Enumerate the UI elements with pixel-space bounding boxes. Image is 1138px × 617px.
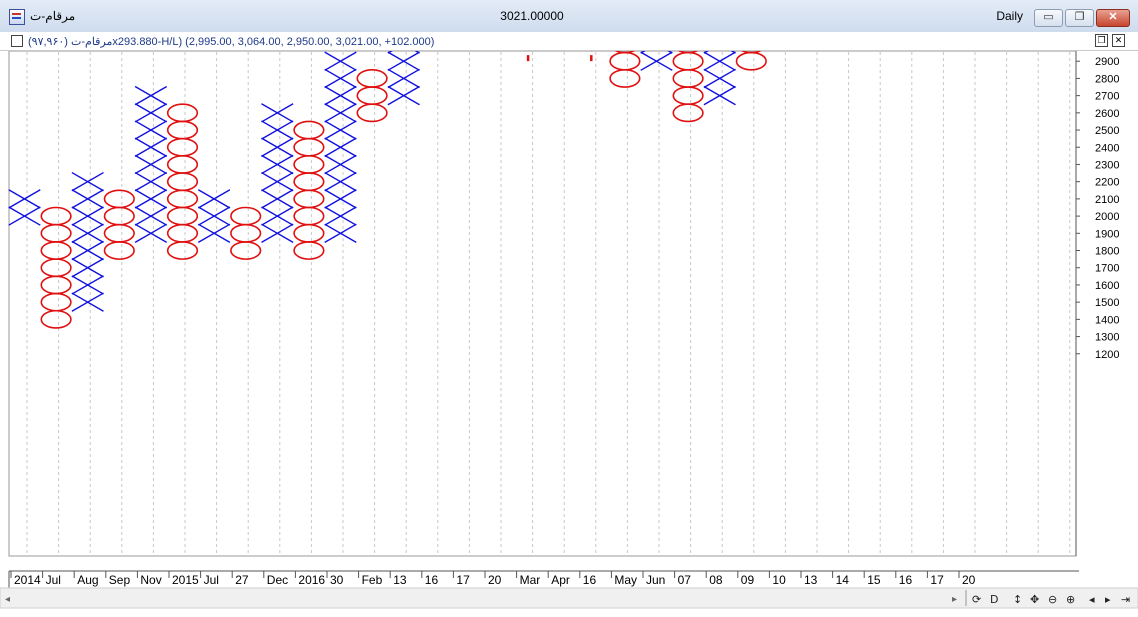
zoom-out-icon[interactable]: ⊖ — [1048, 593, 1057, 606]
price-tick-label: 2900 — [1095, 56, 1119, 68]
window-titlebar: مرقام-ت 3021.00000 Daily ▭ ❐ ✕ — [0, 0, 1138, 33]
date-tick-label: 16 — [583, 573, 597, 587]
minimize-button[interactable]: ▭ — [1034, 9, 1063, 27]
chart-area[interactable]: 1200 1300 1400 1500 1600 1700 1800 1900 2000 2100… — [0, 51, 1138, 617]
date-tick-label: 14 — [836, 573, 850, 587]
price-tick-label: 2000 — [1095, 211, 1119, 223]
price-tick-label: 2300 — [1095, 159, 1119, 171]
move-icon[interactable]: ✥ — [1030, 593, 1039, 606]
chart-close-icon: ✕ — [1114, 35, 1123, 45]
date-tick-label: Aug — [77, 573, 98, 587]
price-tick-label: 1500 — [1095, 297, 1119, 309]
date-tick-label: Feb — [362, 573, 383, 587]
date-tick-label: 07 — [678, 573, 692, 587]
price-tick-label: 1600 — [1095, 280, 1119, 292]
date-tick-label: Nov — [140, 573, 161, 587]
scroll-right-icon[interactable]: ▸ — [952, 594, 957, 605]
nav-left-icon[interactable]: ◂ — [1089, 593, 1095, 606]
scroll-icon[interactable]: ↕ — [1013, 593, 1022, 606]
date-tick-label: 13 — [393, 573, 407, 587]
date-tick-label: 09 — [741, 573, 755, 587]
date-tick-label: 17 — [930, 573, 944, 587]
price-tick-label: 1300 — [1095, 332, 1119, 344]
price-tick-label: 2400 — [1095, 142, 1119, 154]
price-display: 3021.00000 — [500, 9, 564, 23]
minimize-icon: ▭ — [1043, 11, 1054, 23]
price-tick-label: 2600 — [1095, 108, 1119, 120]
date-tick-label: Sep — [109, 573, 131, 587]
date-tick-label: 16 — [899, 573, 913, 587]
price-tick-label: 2800 — [1095, 73, 1119, 85]
restore-icon: ❐ — [1074, 11, 1085, 23]
timeframe-label: Daily — [996, 9, 1023, 23]
zoom-in-icon[interactable]: ⊕ — [1066, 593, 1075, 606]
chart-restore-icon: ❐ — [1097, 35, 1106, 45]
close-button[interactable]: ✕ — [1096, 9, 1130, 27]
chart-restore-button[interactable]: ❐ — [1095, 34, 1108, 47]
date-tick-label: 2014 — [14, 573, 41, 587]
scroll-left-icon[interactable]: ◂ — [5, 594, 10, 605]
date-tick-label: Dec — [267, 573, 288, 587]
date-tick-label: Jun — [646, 573, 665, 587]
date-tick-label: 20 — [962, 573, 976, 587]
date-tick-label: Mar — [520, 573, 541, 587]
price-tick-label: 2700 — [1095, 91, 1119, 103]
price-tick-label: 1700 — [1095, 263, 1119, 275]
date-tick-label: Jul — [204, 573, 219, 587]
date-tick-label: 13 — [804, 573, 818, 587]
date-tick-label: 2015 — [172, 573, 199, 587]
chart-icon[interactable] — [11, 35, 23, 47]
price-tick-label: 2100 — [1095, 194, 1119, 206]
date-tick-label: Jul — [46, 573, 61, 587]
date-tick-label: 10 — [772, 573, 786, 587]
refresh-icon[interactable]: ⟳ — [972, 593, 981, 606]
date-tick-label: 08 — [709, 573, 723, 587]
draw-icon[interactable]: D — [990, 593, 998, 606]
date-tick-label: 17 — [456, 573, 470, 587]
price-tick-label: 1800 — [1095, 246, 1119, 258]
date-tick-label: 2016 — [298, 573, 325, 587]
date-tick-label: May — [614, 573, 637, 587]
chart-info-bar: مرقام-ت (۹۷,۹۶۰)x293.880-H/L) (2,995.00,… — [0, 32, 1138, 51]
price-tick-label: 1400 — [1095, 314, 1119, 326]
price-tick-label: 1200 — [1095, 349, 1119, 361]
date-tick-label: 16 — [425, 573, 439, 587]
horizontal-scrollbar[interactable] — [0, 587, 1138, 609]
price-tick-label: 2500 — [1095, 125, 1119, 137]
pnf-chart[interactable]: 1200 1300 1400 1500 1600 1700 1800 1900 2000 2100… — [0, 51, 1138, 617]
chart-close-button[interactable]: ✕ — [1112, 34, 1125, 47]
chart-info-text: مرقام-ت (۹۷,۹۶۰)x293.880-H/L) (2,995.00,… — [28, 36, 435, 48]
date-tick-label: 30 — [330, 573, 344, 587]
price-tick-label: 1900 — [1095, 228, 1119, 240]
end-icon[interactable]: ⇥ — [1121, 593, 1130, 606]
maximize-button[interactable]: ❐ — [1065, 9, 1094, 27]
date-tick-label: Apr — [551, 573, 570, 587]
date-tick-label: 15 — [867, 573, 881, 587]
nav-right-icon[interactable]: ▸ — [1105, 593, 1111, 606]
date-tick-label: 27 — [235, 573, 249, 587]
close-icon: ✕ — [1108, 11, 1118, 23]
date-tick-label: 20 — [488, 573, 502, 587]
price-tick-label: 2200 — [1095, 177, 1119, 189]
